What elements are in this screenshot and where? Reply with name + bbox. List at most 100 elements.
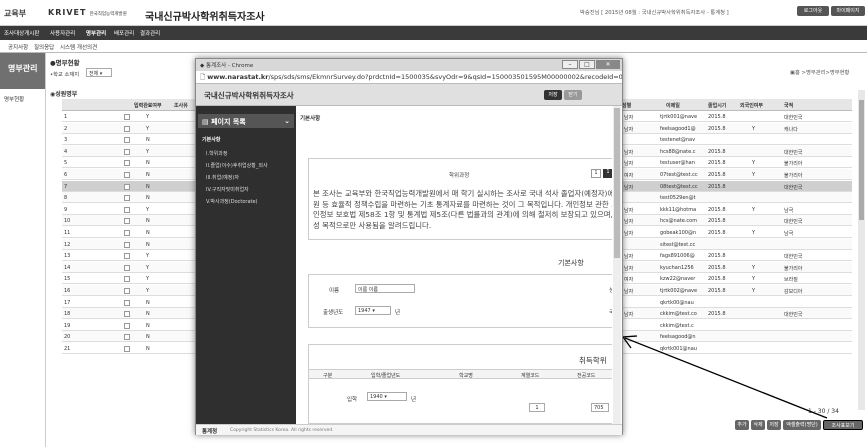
table-cell-done: N (146, 311, 150, 318)
birth-year-select[interactable]: 1947 ▾ (355, 306, 391, 315)
scroll-thumb[interactable] (859, 100, 864, 220)
field-code-input[interactable]: 1 (529, 403, 545, 412)
nav-item-employment[interactable]: II.졸업(이수)후취업상황_외사 (206, 162, 268, 169)
row-checkbox[interactable] (124, 299, 130, 306)
page-nav-title-text: 페이지 목록 (211, 118, 246, 126)
row-checkbox[interactable] (124, 172, 130, 178)
sidebar-item-roster[interactable]: 명부현황 (0, 89, 45, 103)
maximize-icon[interactable]: □ (579, 60, 595, 69)
survey-close-button[interactable]: 닫기 (564, 90, 582, 100)
krivet-logo[interactable]: KRIVET 한국직업능력개발원 (48, 8, 127, 17)
table-cell-e: gobeak100@n (660, 230, 697, 236)
submenu-item[interactable]: 질의응답 (34, 43, 54, 51)
logout-button[interactable]: 로그아웃 (797, 6, 829, 16)
table-cell-c: 감보디아 (784, 289, 803, 295)
table-cell-done: N (146, 322, 150, 329)
row-checkbox[interactable] (124, 160, 130, 167)
menu-item[interactable]: 조사대상게시판 (4, 29, 39, 37)
table-cell-done: Y (146, 288, 150, 294)
birth-year-label: 출생년도 (323, 310, 344, 316)
nav-item-doctorate[interactable]: V.박사과정(Doctorate) (206, 198, 258, 205)
menu-item[interactable]: 배포관리 (114, 29, 134, 37)
col-header[interactable]: 조사유 (174, 102, 188, 109)
sub-menu: 공지사항 질의응답 시스템 개선의견 (0, 40, 867, 53)
menu-item-active[interactable]: 명부관리 (86, 29, 106, 37)
table-cell-c: 대한민국 (784, 115, 803, 121)
popup-scrollbar[interactable] (613, 106, 621, 424)
row-checkbox[interactable] (124, 346, 130, 352)
deg-col: 전공코드 (577, 373, 596, 379)
table-cell-g: 남자 (624, 161, 634, 168)
table-cell-c: 불가리아 (784, 161, 803, 168)
row-checkbox[interactable] (124, 125, 130, 132)
row-checkbox[interactable] (124, 148, 130, 155)
survey-header: 국내신규박사학위취득자조사 저장 닫기 (196, 84, 622, 106)
page-button-active[interactable]: 1 (603, 169, 612, 178)
breadcrumb: ▣홈 >명부관리>명부현황 (790, 70, 850, 76)
table-cell-d: 2015.8 (708, 183, 726, 190)
menu-item[interactable]: 사용자관리 (50, 29, 75, 37)
row-checkbox[interactable] (124, 322, 130, 329)
table-cell-d: 2015.8 (708, 160, 726, 167)
url-host: www.narastat.kr (207, 73, 269, 81)
row-checkbox[interactable] (124, 311, 130, 318)
user-info: 박승진님 [ 2015년 08월 : 국내신규박사학위취득자조사 - 통계청 ] (580, 10, 729, 16)
row-checkbox[interactable] (124, 183, 130, 190)
row-checkbox[interactable] (124, 114, 130, 120)
popup-titlebar[interactable]: ◆ 통계조사 - Chrome – □ ✕ (196, 59, 622, 71)
annotation-arrow-icon (621, 335, 828, 419)
popup-scroll-thumb[interactable] (614, 108, 620, 258)
region-select[interactable]: 전체 ▾ (86, 68, 112, 77)
degree-table-header: 구분 입학/졸업년도 학교명 계열코드 전공코드 (309, 369, 612, 379)
survey-save-button[interactable]: 저장 (544, 90, 562, 100)
row-checkbox[interactable] (124, 253, 130, 260)
row-checkbox[interactable] (124, 264, 130, 271)
row-checkbox[interactable] (124, 218, 130, 225)
nav-item-basic[interactable]: 기본사항 (202, 136, 220, 143)
name-input[interactable]: 이름 이름 (355, 284, 415, 293)
major-code-input[interactable]: 705 (591, 403, 609, 412)
nav-item-degree[interactable]: I.학위과정 (206, 150, 227, 157)
grid-scrollbar[interactable] (858, 90, 865, 410)
nav-item-jobseeker[interactable]: IV.구직자및미취업자 (206, 186, 249, 193)
page-button[interactable]: 1 (591, 169, 601, 178)
table-cell-g: 여자 (624, 173, 634, 179)
top-header: 교육부 KRIVET 한국직업능력개발원 국내신규박사학위취득자조사 박승진님 [… (0, 0, 867, 26)
ministry-logo[interactable]: 교육부 (4, 8, 26, 19)
col-header[interactable]: 국적 (784, 102, 793, 109)
col-header[interactable]: 졸업시기 (708, 102, 726, 109)
row-checkbox[interactable] (124, 334, 130, 341)
url-bar[interactable]: 🗋 www.narastat.kr/sps/sds/sms/EkmnrSurve… (196, 71, 622, 84)
nav-item-employed[interactable]: III.취업(예정)자 (206, 174, 239, 181)
table-cell-done: N (146, 299, 150, 306)
survey-title: 국내신규박사학위취득자조사 (204, 91, 294, 100)
submenu-item[interactable]: 시스템 개선의견 (60, 43, 97, 51)
screen: 교육부 KRIVET 한국직업능력개발원 국내신규박사학위취득자조사 박승진님 [… (0, 0, 867, 447)
copyright-text: Copyright Statistics Korea. All rights r… (230, 428, 334, 433)
page-nav-title[interactable]: ▤ 페이지 목록 ⌄ (198, 114, 294, 128)
row-checkbox[interactable] (124, 241, 130, 248)
col-header[interactable]: 입력완료여부 (134, 102, 162, 109)
table-cell-e: 08test@test.cc (660, 183, 698, 190)
tab-basic[interactable]: 기본사항 (300, 114, 320, 122)
table-cell-f: Y (752, 206, 756, 213)
menu-item[interactable]: 결과관리 (140, 29, 160, 37)
col-header[interactable]: 외국인여부 (740, 102, 763, 109)
list-title: ◉성원명부 (50, 89, 77, 98)
row-checkbox[interactable] (124, 276, 130, 283)
intro-box: 학위과정 1 1 본 조사는 교육부와 한국직업능력개발원에서 매 학기 실시하… (308, 158, 612, 240)
row-checkbox[interactable] (124, 195, 130, 202)
row-checkbox[interactable] (124, 230, 130, 236)
col-header[interactable]: 성별 (622, 102, 631, 109)
col-header[interactable]: 이메일 (666, 102, 680, 109)
table-cell-e: feelsagood1@ (660, 125, 696, 132)
mypage-button[interactable]: 마이페이지 (831, 6, 865, 16)
minimize-icon[interactable]: – (562, 60, 578, 69)
close-icon[interactable]: ✕ (596, 60, 620, 69)
row-checkbox[interactable] (124, 206, 130, 213)
admission-year-select[interactable]: 1940 ▾ (367, 392, 407, 401)
submenu-item[interactable]: 공지사항 (8, 43, 28, 51)
row-checkbox[interactable] (124, 137, 130, 144)
row-checkbox[interactable] (124, 288, 130, 294)
main-menu: 조사대상게시판 사용자관리 명부관리 배포관리 결과관리 (0, 26, 867, 40)
